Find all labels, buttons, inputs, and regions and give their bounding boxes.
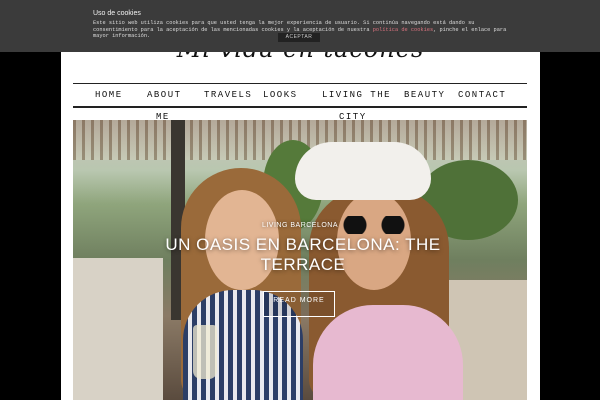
nav-beauty[interactable]: BEAUTY [404,90,445,100]
post-category[interactable]: LIVING BARCELONA [73,222,527,229]
accept-cookies-button[interactable]: ACEPTAR [278,33,320,42]
featured-post-image[interactable]: LIVING BARCELONA UN OASIS EN BARCELONA: … [73,120,527,400]
nav-about[interactable]: ABOUT [147,90,182,100]
cookie-bar: Uso de cookies Este sitio web utiliza co… [0,0,600,52]
nav-living-the-city[interactable]: LIVING THE [322,90,391,100]
post-title[interactable]: UN OASIS EN BARCELONA: THE TERRACE [153,235,453,275]
main-nav: HOME ABOUT ME TRAVELS LOOKS LIVING THE C… [73,83,527,122]
read-more-button[interactable]: READ MORE [263,291,335,317]
nav-contact[interactable]: CONTACT [458,90,506,100]
nav-looks[interactable]: LOOKS [263,90,298,100]
white-hat [295,142,431,200]
nav-home[interactable]: HOME [95,90,123,100]
cookie-policy-link[interactable]: política de cookies [373,27,433,33]
woman-right-body [313,305,463,400]
background-table [73,258,163,400]
page-column: Mi vida en tacones HOME ABOUT ME TRAVELS… [61,0,540,400]
wine-glass [193,325,217,379]
nav-travels[interactable]: TRAVELS [204,90,252,100]
cookie-title: Uso de cookies [93,10,141,17]
